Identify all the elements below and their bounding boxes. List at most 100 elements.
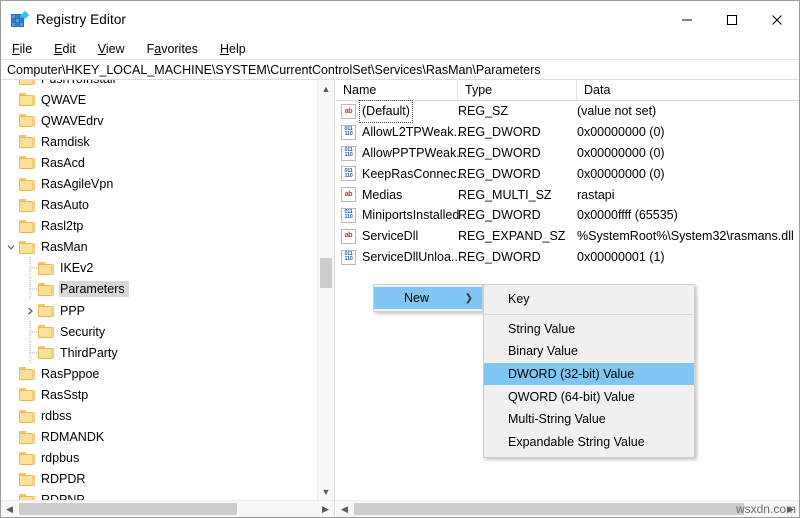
value-row[interactable]: abServiceDllREG_EXPAND_SZ%SystemRoot%\Sy… <box>336 226 799 247</box>
scroll-left-icon[interactable]: ◀ <box>336 501 353 517</box>
tree-item-rassstp[interactable]: RasSstp <box>1 384 317 405</box>
close-icon <box>771 14 783 26</box>
value-data: rastapi <box>577 184 615 205</box>
menu-bar: File Edit View Favorites Help <box>1 38 799 59</box>
tree-scroll-thumb[interactable] <box>320 258 332 288</box>
value-row[interactable]: 011110AllowL2TPWeak...REG_DWORD0x0000000… <box>336 122 799 143</box>
new-submenu[interactable]: Key String ValueBinary Value DWORD (32-bit… <box>483 284 695 458</box>
values-hscroll-thumb[interactable] <box>354 503 744 515</box>
chevron-right-icon: ❯ <box>465 293 473 304</box>
maximize-button[interactable] <box>709 1 754 38</box>
value-data: (value not set) <box>577 101 656 122</box>
scroll-left-icon[interactable]: ◀ <box>1 501 18 517</box>
menu-edit[interactable]: Edit <box>43 40 87 58</box>
dword-value-icon: 011110 <box>341 166 356 181</box>
value-type: REG_SZ <box>458 101 508 122</box>
column-header-type[interactable]: Type <box>458 80 577 100</box>
tree-item-rasagilevpn[interactable]: RasAgileVpn <box>1 173 317 194</box>
chevron-right-icon[interactable] <box>22 303 38 319</box>
tree-item-ppp[interactable]: PPP <box>1 300 317 321</box>
tree-item-raspppoe[interactable]: RasPppoe <box>1 363 317 384</box>
folder-icon <box>19 80 35 85</box>
column-header-data[interactable]: Data <box>577 80 799 100</box>
tree-item-rdbss[interactable]: rdbss <box>1 406 317 427</box>
menu-help[interactable]: Help <box>209 40 257 58</box>
tree-vertical-scrollbar[interactable]: ▲ ▼ <box>317 80 334 500</box>
tree-indent-guide <box>22 324 38 340</box>
value-name: (Default) <box>360 101 412 122</box>
tree-indent-guide <box>3 408 19 424</box>
value-row[interactable]: ab(Default)REG_SZ(value not set) <box>336 101 799 122</box>
tree-indent-guide <box>3 450 19 466</box>
registry-path: Computer\HKEY_LOCAL_MACHINE\SYSTEM\Curre… <box>1 63 541 77</box>
tree-item-rasman[interactable]: RasMan <box>1 237 317 258</box>
value-row[interactable]: 011110ServiceDllUnloa...REG_DWORD0x00000… <box>336 247 799 268</box>
column-header-name[interactable]: Name <box>336 80 458 100</box>
value-row[interactable]: 011110MiniportsInstalledREG_DWORD0x0000f… <box>336 205 799 226</box>
tree-item-label: QWAVE <box>40 92 90 108</box>
folder-icon <box>19 473 35 486</box>
menu-file[interactable]: File <box>1 40 43 58</box>
tree-indent-guide <box>22 345 38 361</box>
tree-item-rasacd[interactable]: RasAcd <box>1 152 317 173</box>
tree-item-pushtoinstall[interactable]: PushToInstall <box>1 80 317 89</box>
tree-item-label: RasSstp <box>40 387 92 403</box>
submenu-item-key[interactable]: Key <box>484 288 694 311</box>
minimize-button[interactable] <box>664 1 709 38</box>
tree-indent-guide <box>22 260 38 276</box>
folder-icon <box>19 388 35 401</box>
submenu-item-qword-64-bit-value[interactable]: QWORD (64-bit) Value <box>484 385 694 408</box>
folder-icon <box>19 367 35 380</box>
tree-item-security[interactable]: Security <box>1 321 317 342</box>
tree-item-rasauto[interactable]: RasAuto <box>1 195 317 216</box>
address-bar[interactable]: Computer\HKEY_LOCAL_MACHINE\SYSTEM\Curre… <box>1 59 799 80</box>
registry-editor-icon <box>11 12 27 28</box>
context-menu-item-new[interactable]: New ❯ <box>374 287 482 309</box>
submenu-item-label: DWORD (32-bit) Value <box>508 367 634 381</box>
registry-editor-window: Registry Editor File Edit V <box>0 0 800 518</box>
tree-indent-guide <box>3 176 19 192</box>
tree-item-label: ThirdParty <box>59 345 122 361</box>
value-row[interactable]: 011110AllowPPTPWeak...REG_DWORD0x0000000… <box>336 143 799 164</box>
values-horizontal-scrollbar[interactable]: ◀ ▶ <box>336 500 799 517</box>
submenu-item-expandable-string-value[interactable]: Expandable String Value <box>484 431 694 454</box>
menu-view[interactable]: View <box>87 40 136 58</box>
tree-item-rdpdr[interactable]: RDPDR <box>1 469 317 490</box>
submenu-item-multi-string-value[interactable]: Multi-String Value <box>484 408 694 431</box>
value-type: REG_DWORD <box>458 122 541 143</box>
tree-item-label: RDPDR <box>40 471 89 487</box>
menu-favorites[interactable]: Favorites <box>136 40 209 58</box>
tree-item-thirdparty[interactable]: ThirdParty <box>1 342 317 363</box>
tree-horizontal-scrollbar[interactable]: ◀ ▶ <box>1 500 334 517</box>
context-menu[interactable]: New ❯ <box>373 284 483 312</box>
tree-indent-guide <box>3 197 19 213</box>
folder-icon <box>19 178 35 191</box>
submenu-item-binary-value[interactable]: Binary Value <box>484 340 694 363</box>
submenu-item-string-value[interactable]: String Value <box>484 318 694 341</box>
value-row[interactable]: 011110KeepRasConnec...REG_DWORD0x0000000… <box>336 163 799 184</box>
tree-item-qwave[interactable]: QWAVE <box>1 89 317 110</box>
tree-item-rdpnp[interactable]: RDPNP <box>1 490 317 500</box>
value-type: REG_DWORD <box>458 205 541 226</box>
value-type: REG_DWORD <box>458 163 541 184</box>
tree-item-rasl2tp[interactable]: Rasl2tp <box>1 216 317 237</box>
value-row[interactable]: abMediasREG_MULTI_SZrastapi <box>336 184 799 205</box>
tree-item-ramdisk[interactable]: Ramdisk <box>1 131 317 152</box>
scroll-right-icon[interactable]: ▶ <box>317 501 334 517</box>
tree-item-label: RasMan <box>40 239 92 255</box>
tree-item-qwavedrv[interactable]: QWAVEdrv <box>1 110 317 131</box>
folder-icon <box>38 262 54 275</box>
close-button[interactable] <box>754 1 799 38</box>
submenu-item-dword-32-bit-value[interactable]: DWORD (32-bit) Value <box>484 363 694 386</box>
registry-tree[interactable]: PushToInstallQWAVEQWAVEdrvRamdiskRasAcdR… <box>1 80 317 500</box>
tree-item-ikev2[interactable]: IKEv2 <box>1 258 317 279</box>
scroll-up-icon[interactable]: ▲ <box>318 80 334 97</box>
scroll-down-icon[interactable]: ▼ <box>318 483 334 500</box>
tree-hscroll-thumb[interactable] <box>19 503 237 515</box>
tree-item-rdpbus[interactable]: rdpbus <box>1 448 317 469</box>
tree-item-parameters[interactable]: Parameters <box>1 279 317 300</box>
tree-item-rdmandk[interactable]: RDMANDK <box>1 427 317 448</box>
chevron-down-icon[interactable] <box>3 239 19 255</box>
value-name: ServiceDllUnloa... <box>362 247 461 268</box>
submenu-item-label: Key <box>508 292 530 306</box>
